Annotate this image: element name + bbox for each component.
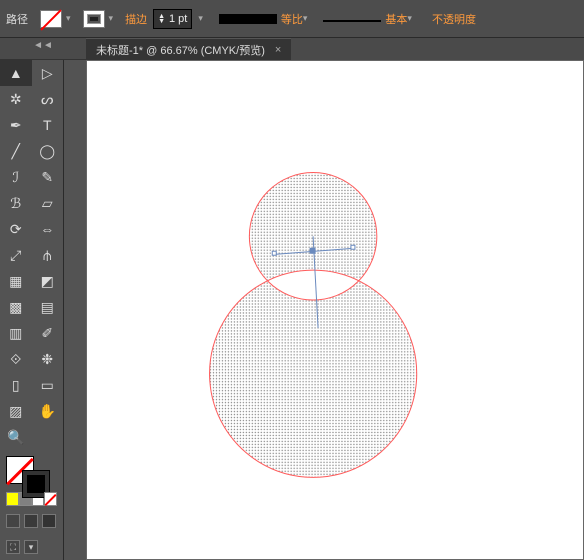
opacity-label[interactable]: 不透明度 xyxy=(432,11,476,27)
mesh-tool[interactable]: ▤ xyxy=(32,294,64,320)
profile-chevron-icon[interactable]: ▾ xyxy=(303,13,308,24)
stroke-weight-chevron-icon[interactable]: ▾ xyxy=(198,13,203,24)
type-tool[interactable]: T xyxy=(32,112,64,138)
line-tool[interactable]: ╱ xyxy=(0,138,32,164)
draw-mode-1[interactable] xyxy=(24,514,38,528)
paintbrush-tool[interactable]: ℐ xyxy=(0,164,32,190)
snowman-path[interactable] xyxy=(210,173,417,478)
artwork xyxy=(87,61,583,559)
variable-width-profile[interactable] xyxy=(219,14,277,24)
collapse-icon: ◄◄ xyxy=(33,40,53,51)
ellipse-tool[interactable]: ◯ xyxy=(32,138,64,164)
pencil-tool[interactable]: ✎ xyxy=(32,164,64,190)
fill-stroke-control[interactable] xyxy=(6,456,57,484)
stroke-weight-input[interactable]: ▲▼ 1 pt xyxy=(153,9,192,29)
close-icon[interactable]: × xyxy=(275,44,281,56)
panel-collapse-button[interactable]: ◄◄ xyxy=(0,40,86,60)
perspective-grid-tool[interactable]: ▩ xyxy=(0,294,32,320)
pen-tool[interactable]: ✒ xyxy=(0,112,32,138)
reflect-tool[interactable]: ⇔ xyxy=(32,216,64,242)
lasso-tool[interactable]: ᔕ xyxy=(32,86,64,112)
toolbox: ▲▷✲ᔕ✒T╱◯ℐ✎ℬ▱⟳⇔⤢⫛▦◩▩▤▥✐⟐❉▯▭▨✋🔍 ⛶ ▾ xyxy=(0,60,64,560)
free-transform-tool[interactable]: ▦ xyxy=(0,268,32,294)
artboard-tool[interactable]: ▭ xyxy=(32,372,64,398)
screen-mode-chevron-icon[interactable]: ▾ xyxy=(24,540,38,554)
stroke-weight-value: 1 pt xyxy=(169,13,187,25)
stroke-menu-chevron-icon[interactable]: ▾ xyxy=(109,13,114,24)
object-type-label: 路径 xyxy=(6,11,28,27)
stroke-label[interactable]: 描边 xyxy=(125,11,147,27)
direct-selection-tool[interactable]: ▷ xyxy=(32,60,64,86)
zoom-tool[interactable]: 🔍 xyxy=(0,424,32,450)
screen-mode-button[interactable]: ⛶ xyxy=(6,540,20,554)
control-bar: 路径 ▾ ▾ 描边 ▲▼ 1 pt ▾ 等比 ▾ 基本 ▾ 不透明度 xyxy=(0,0,584,38)
rotate-tool[interactable]: ⟳ xyxy=(0,216,32,242)
hand-tool[interactable]: ✋ xyxy=(32,398,64,424)
brush-definition[interactable] xyxy=(323,20,381,22)
selection-tool[interactable]: ▲ xyxy=(0,60,32,86)
magic-wand-tool[interactable]: ✲ xyxy=(0,86,32,112)
document-tab[interactable]: 未标题-1* @ 66.67% (CMYK/预览) × xyxy=(86,38,291,60)
draw-mode-2[interactable] xyxy=(42,514,56,528)
document-tab-strip: 未标题-1* @ 66.67% (CMYK/预览) × xyxy=(0,38,584,60)
swatch-0[interactable] xyxy=(6,492,19,506)
eyedropper-tool[interactable]: ✐ xyxy=(32,320,64,346)
fill-swatch[interactable] xyxy=(40,10,62,28)
spacer xyxy=(32,424,64,450)
scale-tool[interactable]: ⤢ xyxy=(0,242,32,268)
draw-mode-0[interactable] xyxy=(6,514,20,528)
profile-label[interactable]: 等比 xyxy=(281,11,303,27)
stroke-swatch[interactable] xyxy=(83,10,105,28)
blob-brush-tool[interactable]: ℬ xyxy=(0,190,32,216)
symbol-sprayer-tool[interactable]: ❉ xyxy=(32,346,64,372)
blend-tool[interactable]: ⟐ xyxy=(0,346,32,372)
screen-mode-row: ⛶ ▾ xyxy=(6,540,57,554)
step-down-icon[interactable]: ▼ xyxy=(158,19,165,24)
shape-builder-tool[interactable]: ◩ xyxy=(32,268,64,294)
slice-tool[interactable]: ▨ xyxy=(0,398,32,424)
width-tool[interactable]: ⫛ xyxy=(32,242,64,268)
brush-label[interactable]: 基本 xyxy=(385,11,407,27)
gradient-tool[interactable]: ▥ xyxy=(0,320,32,346)
fill-menu-chevron-icon[interactable]: ▾ xyxy=(66,13,71,24)
document-tab-title: 未标题-1* @ 66.67% (CMYK/预览) xyxy=(96,42,265,58)
swatch-none[interactable] xyxy=(44,492,57,506)
column-graph-tool[interactable]: ▯ xyxy=(0,372,32,398)
brush-chevron-icon[interactable]: ▾ xyxy=(407,13,412,24)
canvas-area[interactable] xyxy=(86,60,584,560)
draw-mode-row xyxy=(6,514,57,528)
eraser-tool[interactable]: ▱ xyxy=(32,190,64,216)
